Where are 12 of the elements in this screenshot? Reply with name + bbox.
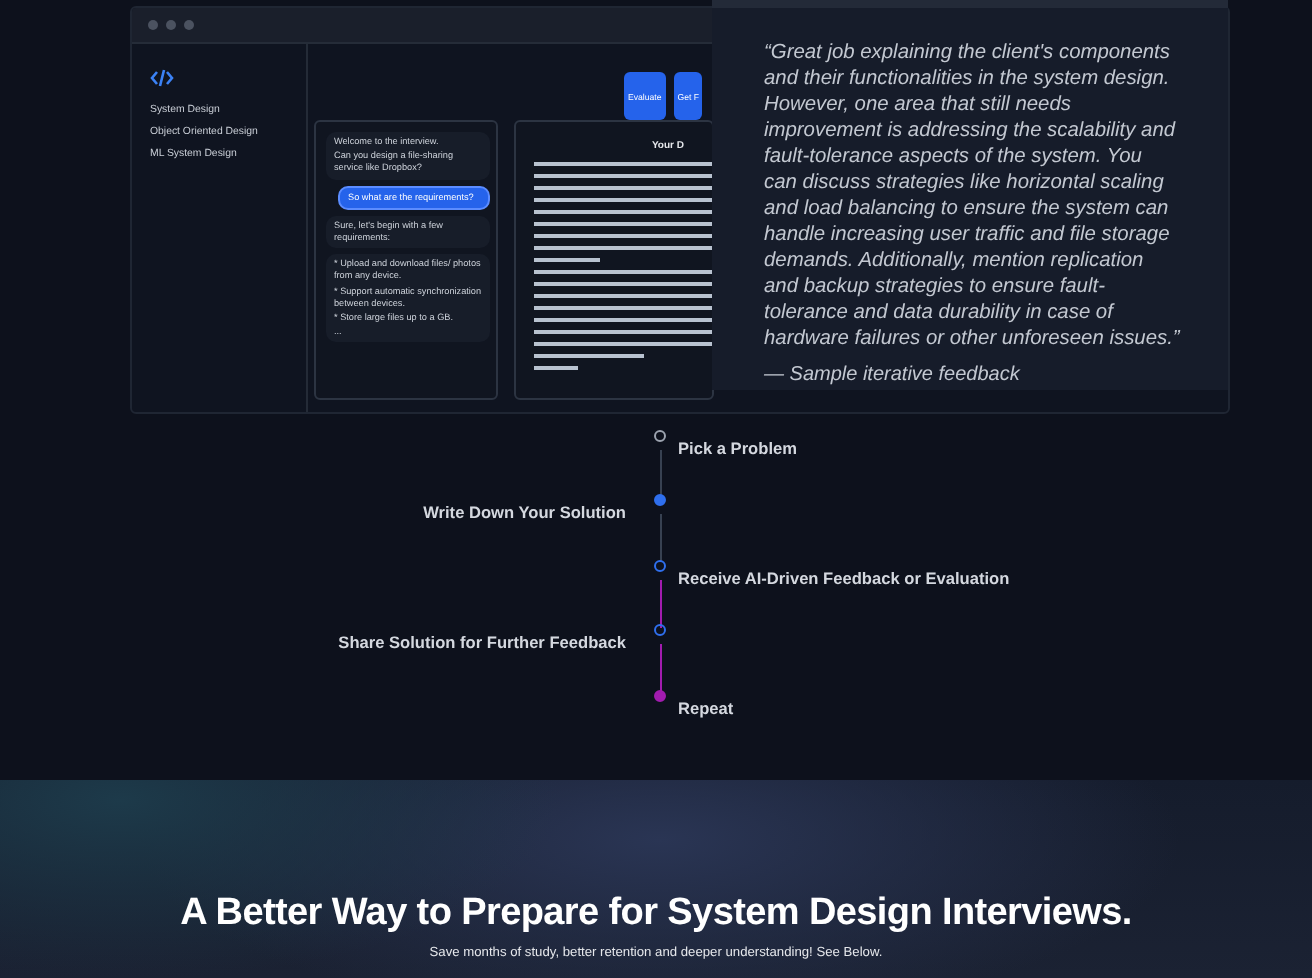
step-label: Pick a Problem <box>678 438 797 458</box>
feedback-quote: “Great job explaining the client's components and their functionalities in the system design. However, one area that still needs improvement is addressing the scalability and fault-tolerance aspects of the system. You can discuss strategies like horizontal scaling and load balancing to ensure the system can handle increasing user traffic and file storage demands. Additionally, mention replication and backup strategies to ensure fault-tolerance and data durability in case of hardware failures or other unforeseen issues.” <box>764 40 1180 352</box>
quote-attribution: — Sample iterative feedback <box>764 362 1022 390</box>
step-label: Share Solution for Further Feedback <box>338 632 626 653</box>
window-dot-icon <box>148 20 158 30</box>
window-dot-icon <box>184 20 194 30</box>
code-icon <box>150 68 174 88</box>
step-label: Receive AI-Driven Feedback or Evaluation <box>678 567 1010 588</box>
step-label: Write Down Your Solution <box>423 502 626 523</box>
window-dot-icon <box>166 20 176 30</box>
step-label: Repeat <box>678 697 734 718</box>
hero-title: A Better Way to Prepare for System Design Interviews. <box>178 892 1134 936</box>
